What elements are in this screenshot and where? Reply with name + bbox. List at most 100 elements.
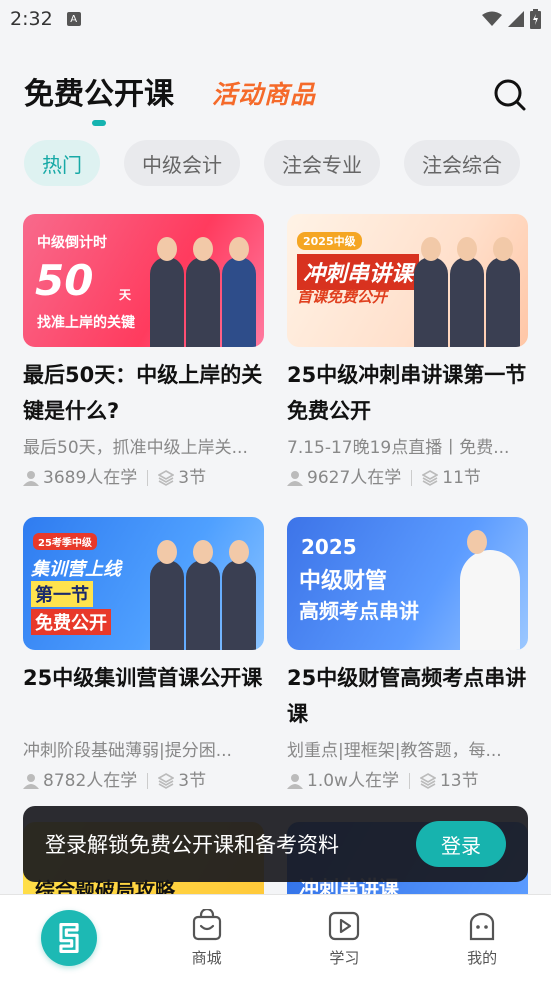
active-tab-indicator — [92, 120, 106, 126]
course-title: 25中级集训营首课公开课 — [23, 666, 263, 690]
teacher-photo — [450, 237, 484, 347]
thumb-text: 中级倒计时 — [37, 235, 107, 251]
course-card[interactable]: 2025 中级财管 高频考点串讲 25中级财管高频考点串讲课 划重点|理框架|教… — [287, 517, 528, 794]
thumb-text: 中级财管 — [299, 569, 388, 594]
nav-mall-label: 商城 — [191, 948, 222, 967]
course-description: 最后50天，抓准中级上岸关... — [23, 438, 248, 458]
teacher-photo — [150, 540, 184, 650]
course-card[interactable]: 2025中级 冲刺串讲课 首课免费公开 25中级冲刺串讲课第一节免费公开 7.1… — [287, 214, 528, 491]
nav-mine[interactable]: 我的 — [413, 895, 551, 981]
course-thumbnail: 2025 中级财管 高频考点串讲 — [287, 517, 528, 650]
learner-count: 8782人在学 — [43, 771, 138, 791]
login-button[interactable]: 登录 — [416, 821, 506, 867]
teacher-photos — [150, 540, 256, 650]
home-logo-icon — [40, 910, 97, 966]
teacher-photo — [414, 237, 448, 347]
layers-icon — [158, 470, 175, 486]
thumb-text: 集训营上线 — [31, 559, 121, 580]
course-description: 冲刺阶段基础薄弱|提分困... — [23, 741, 232, 761]
thumb-text: 2025中级 — [297, 232, 362, 250]
login-prompt-banner: 登录解锁免费公开课和备考资料 登录 — [23, 806, 528, 882]
course-meta: 1.0w人在学 13节 — [287, 768, 528, 794]
wifi-icon — [482, 11, 502, 26]
meta-divider — [147, 470, 149, 486]
thumb-text: 高频考点串讲 — [299, 599, 419, 623]
shopping-bag-icon — [192, 908, 221, 940]
thumb-text: 2025 — [301, 535, 357, 559]
thumb-text: 50 — [35, 256, 94, 305]
status-bar: 2:32 A — [0, 0, 551, 38]
learner-count: 3689人在学 — [43, 468, 138, 488]
meta-divider — [408, 773, 410, 789]
learner-count: 1.0w人在学 — [307, 771, 399, 791]
course-meta: 9627人在学 11节 — [287, 465, 528, 491]
nav-mine-label: 我的 — [467, 948, 498, 967]
layers-icon — [422, 470, 439, 486]
notification-icon: A — [66, 12, 81, 26]
lesson-count: 13节 — [439, 771, 479, 791]
teacher-photos — [150, 237, 256, 347]
layers-icon — [419, 773, 436, 789]
course-title: 最后50天：中级上岸的关键是什么? — [23, 363, 263, 423]
teacher-photo — [222, 540, 256, 650]
chip-cpa-comprehensive[interactable]: 注会综合 — [404, 140, 520, 186]
chip-cpa-professional[interactable]: 注会专业 — [264, 140, 380, 186]
teacher-photo — [222, 237, 256, 347]
user-icon — [287, 774, 303, 789]
course-meta: 8782人在学 3节 — [23, 768, 264, 794]
chip-intermediate-accounting[interactable]: 中级会计 — [124, 140, 240, 186]
status-time: 2:32 — [10, 8, 53, 30]
nav-study[interactable]: 学习 — [276, 895, 414, 981]
teacher-photo — [186, 237, 220, 347]
lesson-count: 3节 — [178, 468, 207, 488]
tab-activity-products[interactable]: 活动商品 — [212, 70, 316, 120]
course-thumbnail: 2025中级 冲刺串讲课 首课免费公开 — [287, 214, 528, 347]
tab-free-courses[interactable]: 免费公开课 — [24, 70, 174, 126]
category-chips: 热门 中级会计 注会专业 注会综合 — [24, 140, 551, 188]
course-card[interactable]: 25考季中级 集训营上线 第一节 免费公开 25中级集训营首课公开课 冲刺阶段基… — [23, 517, 264, 794]
course-title: 25中级财管高频考点串讲课 — [287, 666, 527, 726]
tab-free-courses-label: 免费公开课 — [24, 77, 174, 112]
lesson-count: 3节 — [178, 771, 207, 791]
user-icon — [23, 774, 39, 789]
course-meta: 3689人在学 3节 — [23, 465, 264, 491]
profile-icon — [470, 912, 495, 940]
nav-study-label: 学习 — [329, 948, 360, 967]
teacher-photo — [460, 530, 520, 650]
search-icon[interactable] — [493, 78, 527, 112]
user-icon — [287, 471, 303, 486]
thumb-text: 免费公开 — [31, 609, 111, 635]
course-description: 划重点|理框架|教答题，每... — [287, 741, 502, 761]
play-icon — [329, 911, 360, 940]
user-icon — [23, 471, 39, 486]
course-title: 25中级冲刺串讲课第一节免费公开 — [287, 363, 527, 423]
meta-divider — [411, 470, 413, 486]
layers-icon — [158, 773, 175, 789]
thumb-text: 冲刺串讲课 — [297, 254, 420, 290]
thumb-text: 天 — [119, 288, 132, 302]
meta-divider — [147, 773, 149, 789]
status-icons — [482, 9, 541, 29]
battery-icon — [530, 9, 541, 29]
teacher-photo — [486, 237, 520, 347]
course-thumbnail: 25考季中级 集训营上线 第一节 免费公开 — [23, 517, 264, 650]
top-header: 免费公开课 活动商品 — [0, 70, 551, 130]
login-prompt-text: 登录解锁免费公开课和备考资料 — [45, 833, 339, 857]
lesson-count: 11节 — [442, 468, 481, 488]
teacher-photo — [186, 540, 220, 650]
thumb-text: 25考季中级 — [33, 533, 97, 550]
thumb-text: 首课免费公开 — [297, 288, 388, 306]
course-grid: 中级倒计时 50 天 找准上岸的关键 最后50天：中级上岸的关键是什么? 最后5… — [23, 214, 528, 794]
learner-count: 9627人在学 — [307, 468, 402, 488]
teacher-photos — [414, 237, 520, 347]
nav-home[interactable] — [0, 895, 138, 981]
teacher-photo — [150, 237, 184, 347]
signal-icon — [508, 11, 524, 27]
chip-hot[interactable]: 热门 — [24, 140, 100, 186]
bottom-navigation: 商城 学习 我的 — [0, 894, 551, 981]
course-description: 7.15-17晚19点直播丨免费... — [287, 438, 510, 458]
nav-mall[interactable]: 商城 — [138, 895, 276, 981]
course-card[interactable]: 中级倒计时 50 天 找准上岸的关键 最后50天：中级上岸的关键是什么? 最后5… — [23, 214, 264, 491]
thumb-text: 找准上岸的关键 — [37, 315, 135, 331]
course-thumbnail: 中级倒计时 50 天 找准上岸的关键 — [23, 214, 264, 347]
